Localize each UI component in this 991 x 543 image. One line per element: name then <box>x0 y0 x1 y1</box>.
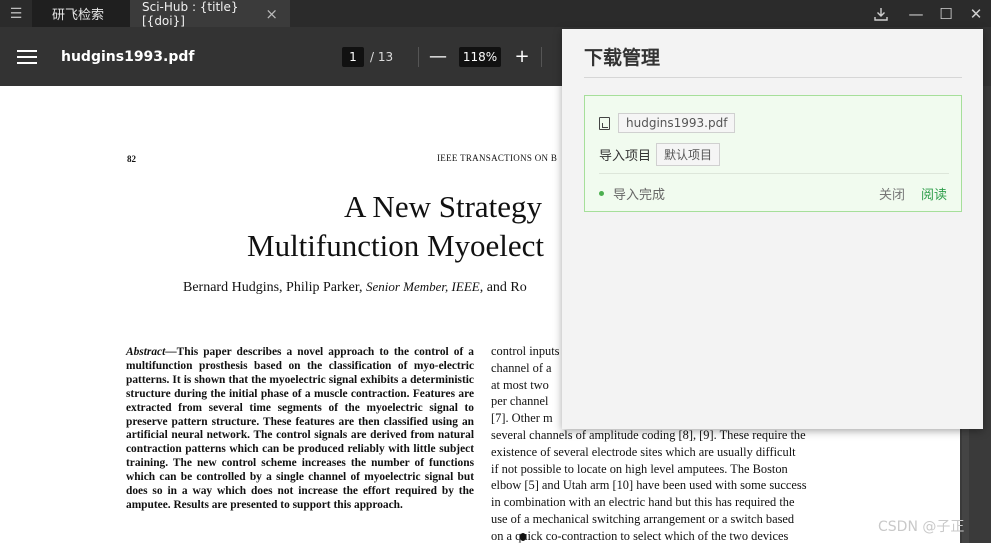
paper-authors: Bernard Hudgins, Philip Parker, Senior M… <box>183 279 527 296</box>
journal-header: IEEE TRANSACTIONS ON B <box>437 153 558 163</box>
close-window-button[interactable]: ✕ <box>961 0 991 27</box>
csdn-watermark: CSDN @子正 <box>878 519 965 535</box>
hamburger-menu-icon[interactable] <box>17 46 37 68</box>
body-line: several channels of amplitude coding [8]… <box>491 427 806 442</box>
body-line: if not possible to locate on high level … <box>491 461 788 476</box>
tab-label: 研飞检索 <box>52 8 105 23</box>
pdf-filename: hudgins1993.pdf <box>61 48 195 65</box>
paper-page-number: 82 <box>127 154 136 164</box>
text-cursor-icon <box>520 533 526 541</box>
download-file-row: hudgins1993.pdf <box>599 113 736 133</box>
minimize-button[interactable]: — <box>901 0 931 27</box>
download-manager-panel: 下载管理 hudgins1993.pdf 导入项目 默认项目 导入完成 关闭 阅… <box>562 29 983 429</box>
download-item-card: hudgins1993.pdf 导入项目 默认项目 导入完成 关闭 阅读 <box>584 95 962 212</box>
card-divider <box>599 173 949 174</box>
zoom-in-button[interactable]: + <box>511 46 533 67</box>
body-line: existence of several electrode sites whi… <box>491 444 796 459</box>
maximize-button[interactable]: ☐ <box>931 0 961 27</box>
status-dot-icon <box>599 191 604 196</box>
import-project-label: 导入项目 <box>599 149 652 164</box>
panel-divider <box>584 77 962 78</box>
import-status: 导入完成 <box>599 184 665 203</box>
download-file-name: hudgins1993.pdf <box>618 113 736 133</box>
authors-names: Bernard Hudgins, Philip Parker, <box>183 280 366 295</box>
import-status-text: 导入完成 <box>613 188 666 203</box>
zoom-out-button[interactable]: — <box>427 46 449 67</box>
body-line: in combination with an electric hand but… <box>491 495 795 510</box>
body-line: elbow [5] and Utah arm [10] have been us… <box>491 478 807 493</box>
page-total: / 13 <box>370 49 394 64</box>
download-icon[interactable] <box>861 0 901 27</box>
download-actions: 关闭 阅读 <box>879 184 947 203</box>
abstract-label: Abstract <box>126 346 166 358</box>
abstract-text: —This paper describes a novel approach t… <box>126 346 474 511</box>
title-bar: ☰ 研飞检索 Sci-Hub : {title} [{doi}] × — ☐ ✕ <box>0 0 991 28</box>
download-manager-title: 下载管理 <box>584 47 661 69</box>
body-line: on a quick co-contraction to select whic… <box>491 528 789 543</box>
tab-close-icon[interactable]: × <box>265 5 278 23</box>
tab-label: Sci-Hub : {title} [{doi}] <box>142 0 239 28</box>
read-button[interactable]: 阅读 <box>921 184 947 203</box>
body-line: use of a mechanical switching arrangemen… <box>491 511 795 526</box>
tab-scihub[interactable]: Sci-Hub : {title} [{doi}] × <box>130 0 290 28</box>
import-project-row: 导入项目 默认项目 <box>599 143 721 166</box>
tab-yanfei-search[interactable]: 研飞检索 <box>32 0 130 27</box>
import-project-select[interactable]: 默认项目 <box>656 143 721 166</box>
toolbar-divider <box>418 46 419 67</box>
list-icon[interactable]: ☰ <box>0 0 32 27</box>
zoom-level[interactable]: 118% <box>459 46 501 67</box>
paper-title-line2: Multifunction Myoelect <box>247 228 545 263</box>
page-number-input[interactable]: 1 <box>342 46 364 67</box>
toolbar-divider <box>541 46 542 67</box>
paper-title-line1: A New Strategy <box>344 189 543 224</box>
close-button[interactable]: 关闭 <box>879 184 905 203</box>
authors-tail: , and Ro <box>479 280 527 295</box>
paper-abstract: Abstract—This paper describes a novel ap… <box>126 346 474 513</box>
authors-affiliation: Senior Member, IEEE <box>365 279 480 294</box>
pdf-file-icon <box>599 116 610 130</box>
